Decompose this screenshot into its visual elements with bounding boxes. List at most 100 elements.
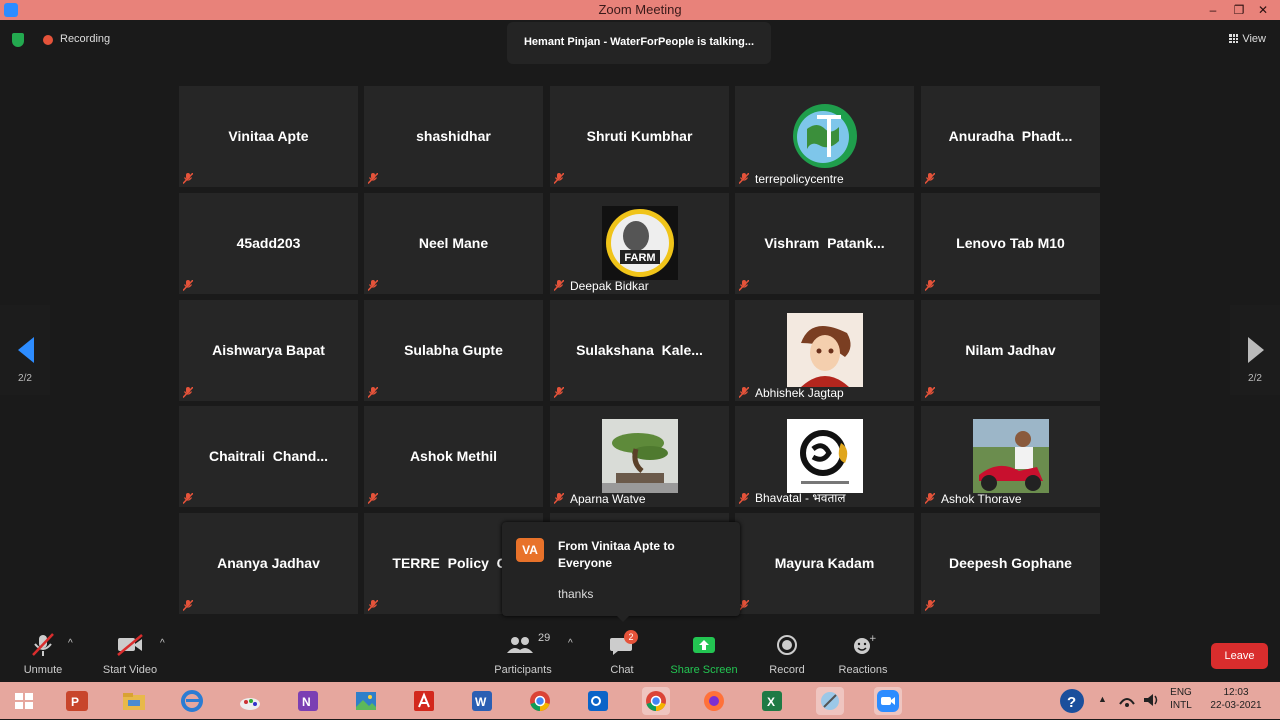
chrome-icon[interactable] (526, 687, 554, 715)
windows-start-icon[interactable] (10, 687, 38, 715)
participant-name: Deepesh Gophane (949, 555, 1072, 571)
reactions-button[interactable]: + Reactions (836, 632, 890, 676)
muted-mic-icon (925, 600, 935, 611)
participant-tile[interactable]: Ananya Jadhav (179, 513, 358, 614)
clock-date: 22-03-2021 (1210, 700, 1262, 711)
onenote-icon[interactable]: N (294, 687, 322, 715)
participant-tile[interactable]: Mayura Kadam (735, 513, 914, 614)
acrobat-icon[interactable] (410, 687, 438, 715)
participant-avatar (787, 419, 863, 493)
svg-text:FARM: FARM (624, 252, 655, 264)
photos-icon[interactable] (352, 687, 380, 715)
audio-options-caret[interactable]: ^ (68, 638, 73, 649)
participant-tile[interactable]: Abhishek Jagtap (735, 300, 914, 401)
muted-mic-icon (554, 173, 564, 184)
participant-tile[interactable]: Bhavatal - भवताल (735, 406, 914, 507)
unmute-button[interactable]: Unmute (18, 632, 68, 676)
chat-button[interactable]: 2 Chat (602, 630, 642, 676)
share-screen-label: Share Screen (670, 664, 738, 676)
participant-tile[interactable]: Ashok Thorave (921, 406, 1100, 507)
participant-name: shashidhar (416, 128, 491, 144)
video-options-caret[interactable]: ^ (160, 638, 165, 649)
chat-icon: 2 (602, 630, 642, 658)
grid-view-icon (1229, 34, 1239, 43)
security-shield-icon[interactable] (12, 33, 24, 47)
recording-icon (43, 35, 53, 45)
view-label: View (1242, 33, 1266, 45)
muted-mic-icon (368, 387, 378, 398)
volume-icon[interactable] (1142, 692, 1160, 712)
minimize-button[interactable]: – (1202, 1, 1224, 19)
share-screen-button[interactable]: Share Screen (668, 632, 740, 676)
participant-avatar: FARM (602, 206, 678, 280)
zoom-taskbar-icon[interactable] (874, 687, 902, 715)
network-icon[interactable] (1118, 692, 1136, 712)
page-indicator-left: 2/2 (18, 373, 32, 384)
paint-icon[interactable] (236, 687, 264, 715)
participants-options-caret[interactable]: ^ (568, 638, 573, 649)
participant-avatar (787, 313, 863, 387)
close-button[interactable]: ✕ (1252, 1, 1274, 19)
participant-tile[interactable]: Anuradha Phadt... (921, 86, 1100, 187)
chrome-profile-icon[interactable] (642, 687, 670, 715)
muted-mic-icon (183, 387, 193, 398)
muted-mic-icon (183, 173, 193, 184)
participants-label: Participants (494, 664, 552, 676)
participant-tile[interactable]: Ashok Methil (364, 406, 543, 507)
leave-button[interactable]: Leave (1211, 643, 1268, 669)
chat-label: Chat (610, 664, 634, 676)
chat-notification[interactable]: VA From Vinitaa Apte to Everyone thanks (502, 522, 740, 622)
muted-mic-icon (739, 493, 749, 504)
record-label: Record (769, 664, 805, 676)
active-speaker-text: Hemant Pinjan - WaterForPeople is talkin… (523, 36, 755, 48)
input-language-indicator[interactable]: ENG INTL (1166, 686, 1196, 712)
powerpoint-icon[interactable]: P (62, 687, 90, 715)
participant-name: 45add203 (236, 235, 301, 251)
participant-tile[interactable]: Neel Mane (364, 193, 543, 294)
arrow-left-icon (18, 337, 34, 363)
participant-avatar (787, 99, 863, 173)
record-button[interactable]: Record (766, 632, 808, 676)
participant-tile[interactable]: FARM Deepak Bidkar (550, 193, 729, 294)
participant-tile[interactable]: Lenovo Tab M10 (921, 193, 1100, 294)
participant-tile[interactable]: Deepesh Gophane (921, 513, 1100, 614)
word-icon[interactable]: W (468, 687, 496, 715)
participant-tile[interactable]: Sulakshana Kale... (550, 300, 729, 401)
participant-tile[interactable]: Aparna Watve (550, 406, 729, 507)
firefox-icon[interactable] (700, 687, 728, 715)
participant-tile[interactable]: Nilam Jadhav (921, 300, 1100, 401)
snipping-tool-icon[interactable] (816, 687, 844, 715)
maximize-button[interactable]: ❐ (1228, 1, 1250, 19)
participant-tile[interactable]: Vishram Patank... (735, 193, 914, 294)
windows-taskbar: P N W X ? ▲ ENG INTL 12:03 22-03-2021 (0, 682, 1280, 719)
internet-explorer-icon[interactable] (178, 687, 206, 715)
participant-tile[interactable]: shashidhar (364, 86, 543, 187)
participant-tile[interactable]: Vinitaa Apte (179, 86, 358, 187)
start-video-button[interactable]: Start Video (100, 632, 160, 676)
svg-text:P: P (71, 695, 79, 709)
muted-mic-icon (18, 632, 68, 658)
file-explorer-icon[interactable] (120, 687, 148, 715)
clock[interactable]: 12:03 22-03-2021 (1204, 686, 1268, 712)
recording-label: Recording (60, 33, 111, 45)
participant-tile[interactable]: Sulabha Gupte (364, 300, 543, 401)
participant-tile[interactable]: Aishwarya Bapat (179, 300, 358, 401)
participant-tile[interactable]: Chaitrali Chand... (179, 406, 358, 507)
outlook-icon[interactable] (584, 687, 612, 715)
participant-tile[interactable]: 45add203 (179, 193, 358, 294)
page-indicator-right: 2/2 (1248, 373, 1262, 384)
participant-name: Anuradha Phadt... (948, 128, 1073, 144)
previous-page-button[interactable]: 2/2 (0, 305, 50, 395)
view-button[interactable]: View (1229, 33, 1266, 45)
participants-button[interactable]: 29 Participants (492, 632, 554, 676)
help-icon[interactable]: ? (1058, 687, 1086, 715)
record-icon (766, 632, 808, 658)
next-page-button[interactable]: 2/2 (1230, 305, 1280, 395)
svg-text:W: W (475, 695, 487, 709)
participant-tile[interactable]: Shruti Kumbhar (550, 86, 729, 187)
show-hidden-icons-caret[interactable]: ▲ (1098, 693, 1107, 706)
participant-tile[interactable]: terrepolicycentre (735, 86, 914, 187)
share-screen-icon (668, 632, 740, 658)
window-title: Zoom Meeting (598, 2, 682, 17)
excel-icon[interactable]: X (758, 687, 786, 715)
